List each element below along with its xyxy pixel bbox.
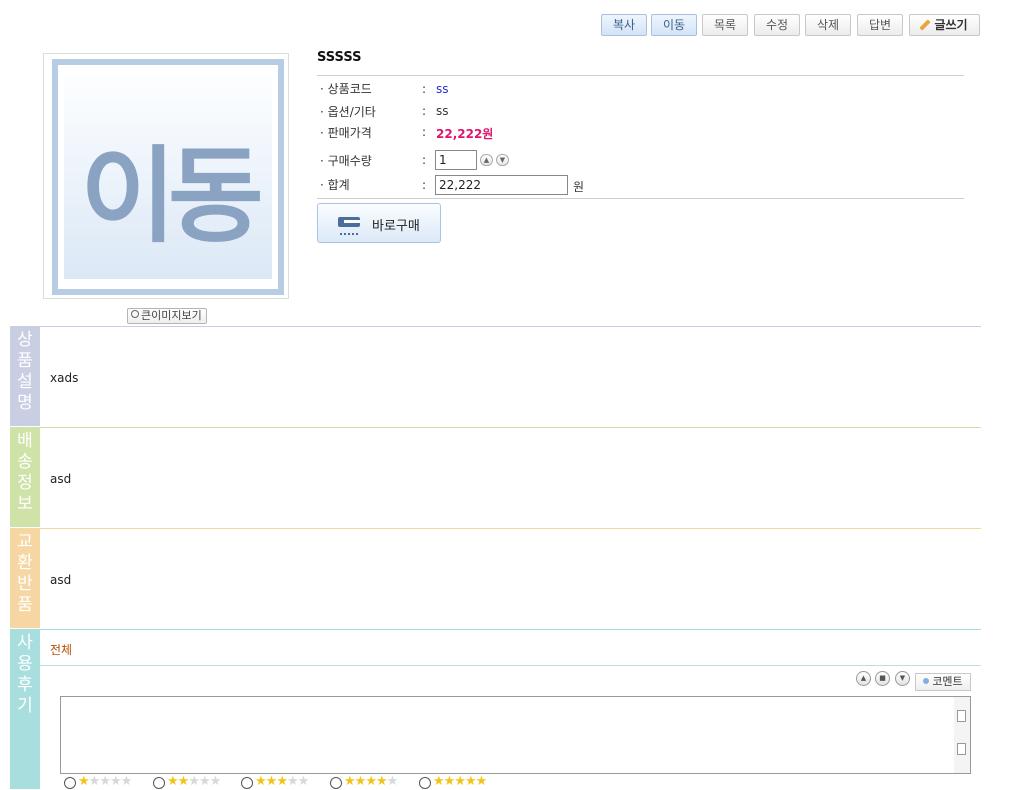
star-rating-icon: ★★★★★ bbox=[255, 774, 309, 789]
shipping-tab: 배송정보 bbox=[10, 427, 40, 527]
returns-content: asd bbox=[50, 573, 72, 587]
big-image-button[interactable]: 큰이미지보기 bbox=[127, 308, 207, 324]
rating-radio[interactable] bbox=[419, 777, 431, 789]
list-button[interactable]: 목록 bbox=[702, 14, 748, 36]
product-image-frame[interactable]: 이동 bbox=[43, 53, 289, 299]
total-colon: : bbox=[422, 178, 427, 192]
qty-up-button[interactable]: ▲ bbox=[480, 154, 493, 166]
cart-icon bbox=[334, 214, 360, 235]
write-button-label: 글쓰기 bbox=[934, 18, 968, 32]
comment-button[interactable]: 코멘트 bbox=[915, 673, 971, 691]
price-label: · 판매가격 bbox=[320, 126, 372, 140]
pencil-icon bbox=[921, 20, 931, 30]
rating-radio[interactable] bbox=[330, 777, 342, 789]
rating-radio[interactable] bbox=[153, 777, 165, 789]
star-rating-icon: ★★★★★ bbox=[167, 774, 221, 789]
code-colon: : bbox=[422, 82, 427, 96]
total-field: 22,222 bbox=[435, 175, 568, 195]
star-rating-icon: ★★★★★ bbox=[344, 774, 398, 789]
code-label: · 상품코드 bbox=[320, 82, 372, 96]
option-value: ss bbox=[436, 104, 449, 118]
price-value: 22,222원 bbox=[436, 127, 494, 141]
comment-reset-button[interactable]: ■ bbox=[875, 671, 890, 686]
comment-icon bbox=[923, 678, 930, 684]
product-image: 이동 bbox=[52, 59, 284, 295]
comment-textarea[interactable] bbox=[60, 696, 971, 774]
code-value: ss bbox=[436, 82, 449, 96]
rating-radio[interactable] bbox=[241, 777, 253, 789]
review-filter-all[interactable]: 전체 bbox=[50, 641, 72, 658]
scroll-up-arrow[interactable] bbox=[957, 710, 966, 722]
returns-tab: 교환반품 bbox=[10, 528, 40, 628]
star-rating-icon: ★★★★★ bbox=[433, 774, 487, 789]
total-label: · 합계 bbox=[320, 178, 350, 192]
reply-button[interactable]: 답변 bbox=[857, 14, 903, 36]
edit-button[interactable]: 수정 bbox=[754, 14, 800, 36]
description-tab: 상품설명 bbox=[10, 326, 40, 426]
comment-scrollbar[interactable] bbox=[954, 697, 970, 773]
copy-button[interactable]: 복사 bbox=[601, 14, 647, 36]
option-colon: : bbox=[422, 104, 427, 118]
qty-colon: : bbox=[422, 153, 427, 167]
buy-now-button[interactable]: 바로구매 bbox=[317, 203, 441, 243]
review-divider bbox=[40, 665, 981, 666]
write-button[interactable]: 글쓰기 bbox=[909, 14, 980, 36]
scroll-down-arrow[interactable] bbox=[957, 743, 966, 755]
shipping-section: 배송정보 asd bbox=[10, 427, 981, 527]
info-divider-top bbox=[317, 75, 964, 76]
rating-radio[interactable] bbox=[64, 777, 76, 789]
product-image-text: 이동 bbox=[80, 135, 263, 257]
product-title: SSSSS bbox=[317, 50, 362, 65]
comment-down-button[interactable]: ▼ bbox=[895, 671, 910, 686]
shipping-content: asd bbox=[50, 472, 72, 486]
comment-up-button[interactable]: ▲ bbox=[856, 671, 871, 686]
qty-down-button[interactable]: ▼ bbox=[496, 154, 509, 166]
pin-icon bbox=[131, 310, 139, 318]
qty-input[interactable]: 1 bbox=[435, 150, 477, 170]
star-rating-icon: ★★★★★ bbox=[78, 774, 132, 789]
price-colon: : bbox=[422, 125, 427, 139]
move-button[interactable]: 이동 bbox=[651, 14, 697, 36]
comment-button-label: 코멘트 bbox=[932, 675, 963, 688]
delete-button[interactable]: 삭제 bbox=[805, 14, 851, 36]
total-unit: 원 bbox=[573, 180, 585, 194]
qty-label: · 구매수량 bbox=[320, 154, 372, 168]
option-label: · 옵션/기타 bbox=[320, 105, 376, 119]
reviews-tab: 사용후기 bbox=[10, 629, 40, 789]
big-image-label: 큰이미지보기 bbox=[141, 309, 202, 322]
description-content: xads bbox=[50, 371, 79, 385]
buy-now-label: 바로구매 bbox=[372, 219, 420, 234]
returns-section: 교환반품 asd bbox=[10, 528, 981, 628]
description-section: 상품설명 xads bbox=[10, 326, 981, 426]
info-divider-bottom bbox=[317, 198, 964, 199]
